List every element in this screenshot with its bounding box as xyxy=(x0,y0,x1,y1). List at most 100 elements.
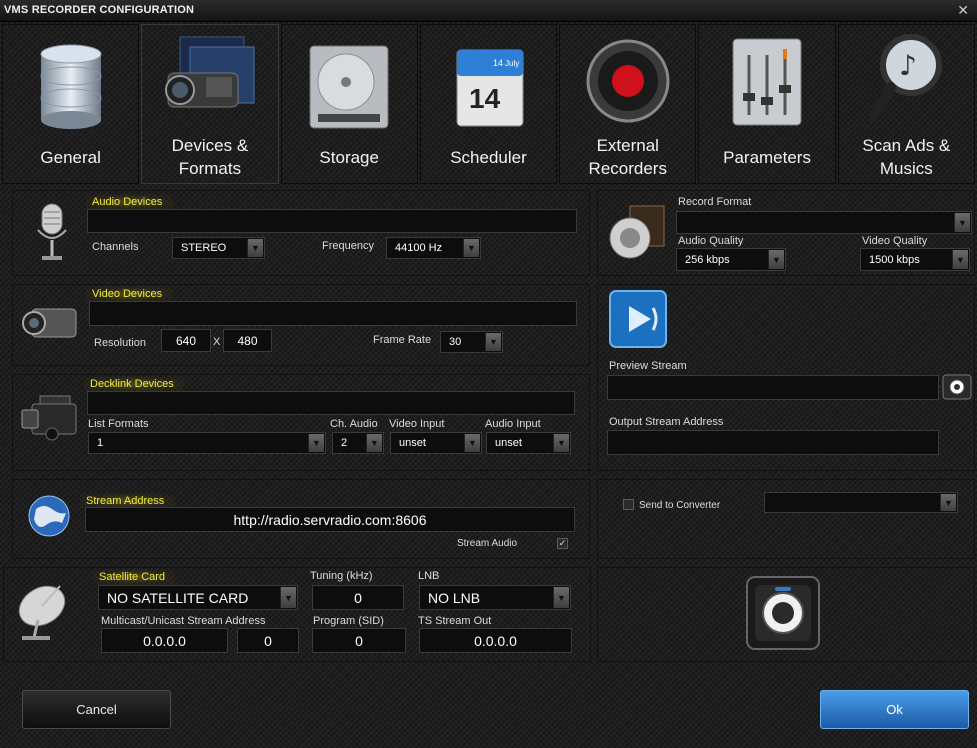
camcorder-icon xyxy=(162,33,258,129)
calendar-month: July xyxy=(505,59,519,68)
tab-storage[interactable]: Storage xyxy=(280,24,418,184)
chevron-down-icon: ▼ xyxy=(485,333,501,351)
framerate-label: Frame Rate xyxy=(373,334,432,346)
webcam-icon[interactable] xyxy=(942,374,972,405)
chevron-down-icon: ▼ xyxy=(553,587,569,608)
window-title: VMS RECORDER CONFIGURATION xyxy=(4,4,195,16)
tuning-field[interactable]: 0 xyxy=(312,585,404,610)
multicast-address-field[interactable]: 0.0.0.0 xyxy=(101,628,228,653)
tab-parameters[interactable]: Parameters xyxy=(698,24,836,184)
video-quality-label: Video Quality xyxy=(862,235,928,247)
preview-stream-label: Preview Stream xyxy=(609,360,687,372)
lnb-label: LNB xyxy=(418,570,440,582)
framerate-select[interactable]: 30 ▼ xyxy=(440,331,503,353)
audio-devices-title: Audio Devices xyxy=(86,194,173,210)
program-field[interactable]: 0 xyxy=(312,628,406,653)
close-icon[interactable]: ✕ xyxy=(957,2,969,19)
stream-address-field[interactable]: http://radio.servradio.com:8606 xyxy=(85,507,575,532)
ch-audio-select[interactable]: 2 ▼ xyxy=(332,432,384,454)
camcorder-icon xyxy=(22,303,82,348)
chevron-down-icon: ▼ xyxy=(940,494,956,511)
converter-select[interactable]: ▼ xyxy=(764,492,958,513)
send-to-converter-checkbox[interactable] xyxy=(623,499,634,510)
speaker-film-icon xyxy=(606,204,666,265)
video-quality-value: 1500 kbps xyxy=(869,253,920,266)
satellite-card-select[interactable]: NO SATELLITE CARD ▼ xyxy=(98,585,298,610)
tab-label: Storage xyxy=(319,147,379,167)
webcam-large-icon[interactable] xyxy=(745,575,821,656)
cancel-button[interactable]: Cancel xyxy=(22,690,171,729)
title-bar: VMS RECORDER CONFIGURATION ✕ xyxy=(0,0,977,22)
multicast-label: Multicast/Unicast Stream Address xyxy=(101,615,266,627)
channels-select[interactable]: STEREO ▼ xyxy=(172,237,265,259)
tab-devices[interactable]: Devices & Formats xyxy=(141,24,279,184)
decklink-title: Decklink Devices xyxy=(84,376,184,392)
stream-audio-label: Stream Audio xyxy=(457,538,518,549)
resolution-label: Resolution xyxy=(94,337,146,349)
resolution-separator: X xyxy=(213,336,221,348)
frequency-select[interactable]: 44100 Hz ▼ xyxy=(386,237,481,259)
hard-drive-icon xyxy=(301,39,397,135)
lnb-select[interactable]: NO LNB ▼ xyxy=(419,585,571,610)
svg-text:♪: ♪ xyxy=(899,49,917,82)
tab-scheduler[interactable]: 14 July 14 Scheduler xyxy=(419,24,558,184)
play-stream-button[interactable] xyxy=(609,290,667,353)
audio-quality-value: 256 kbps xyxy=(685,253,730,266)
framerate-value: 30 xyxy=(449,336,462,348)
tab-scanads[interactable]: ♪ Scan Ads & Musics xyxy=(837,24,975,184)
video-input-select[interactable]: unset ▼ xyxy=(390,432,482,454)
chevron-down-icon: ▼ xyxy=(954,213,970,232)
audio-quality-select[interactable]: 256 kbps ▼ xyxy=(676,248,786,271)
resolution-width-field[interactable]: 640 xyxy=(161,329,211,352)
calendar-day: 14 xyxy=(469,83,501,114)
audio-device-field[interactable] xyxy=(87,209,577,233)
globe-icon xyxy=(26,493,72,544)
tab-external[interactable]: External Recorders xyxy=(559,24,697,184)
send-to-converter-label: Send to Converter xyxy=(639,500,721,511)
ts-stream-out-label: TS Stream Out xyxy=(418,615,492,627)
microphone-icon xyxy=(32,202,72,269)
frequency-label: Frequency xyxy=(322,240,374,252)
chevron-down-icon: ▼ xyxy=(952,250,968,269)
chevron-down-icon: ▼ xyxy=(247,239,263,257)
chevron-down-icon: ▼ xyxy=(463,239,479,257)
tab-general[interactable]: General xyxy=(2,24,140,184)
decklink-device-field[interactable] xyxy=(87,391,575,415)
output-stream-field[interactable] xyxy=(607,430,939,455)
tab-label: Parameters xyxy=(723,147,811,167)
record-format-title: Record Format xyxy=(678,196,752,208)
tab-bar: General Devices & Formats Storage 14 Jul… xyxy=(0,24,977,184)
list-formats-select[interactable]: 1 ▼ xyxy=(88,432,326,454)
calendar-icon: 14 July 14 xyxy=(440,39,536,135)
chevron-down-icon: ▼ xyxy=(308,434,324,452)
frequency-value: 44100 Hz xyxy=(395,242,443,254)
program-label: Program (SID) xyxy=(313,615,384,627)
chevron-down-icon: ▼ xyxy=(553,434,569,452)
multicast-port-field[interactable]: 0 xyxy=(237,628,299,653)
satellite-title: Satellite Card xyxy=(93,569,176,585)
chevron-down-icon: ▼ xyxy=(280,587,296,608)
audio-input-select[interactable]: unset ▼ xyxy=(486,432,571,454)
lnb-value: NO LNB xyxy=(428,589,481,606)
ch-audio-value: 2 xyxy=(341,437,348,449)
tab-label: Devices & Formats xyxy=(171,136,249,178)
audio-input-value: unset xyxy=(495,437,522,449)
ok-button[interactable]: Ok xyxy=(820,690,969,729)
video-quality-select[interactable]: 1500 kbps ▼ xyxy=(860,248,970,271)
channels-value: STEREO xyxy=(181,242,227,254)
video-device-field[interactable] xyxy=(89,301,577,326)
chevron-down-icon: ▼ xyxy=(464,434,480,452)
calendar-day-small: 14 xyxy=(493,58,503,68)
tuning-label: Tuning (kHz) xyxy=(310,570,373,582)
ts-stream-out-field[interactable]: 0.0.0.0 xyxy=(419,628,572,653)
channels-label: Channels xyxy=(92,241,139,253)
output-stream-label: Output Stream Address xyxy=(609,416,724,428)
record-format-select[interactable]: ▼ xyxy=(676,211,972,234)
resolution-height-field[interactable]: 480 xyxy=(223,329,272,352)
list-formats-label: List Formats xyxy=(88,418,149,430)
preview-stream-field[interactable] xyxy=(607,375,939,400)
stream-audio-checkbox[interactable]: ✓ xyxy=(557,538,568,549)
converter-panel xyxy=(597,479,975,559)
list-formats-value: 1 xyxy=(97,437,104,449)
tab-label: Scheduler xyxy=(450,147,527,167)
